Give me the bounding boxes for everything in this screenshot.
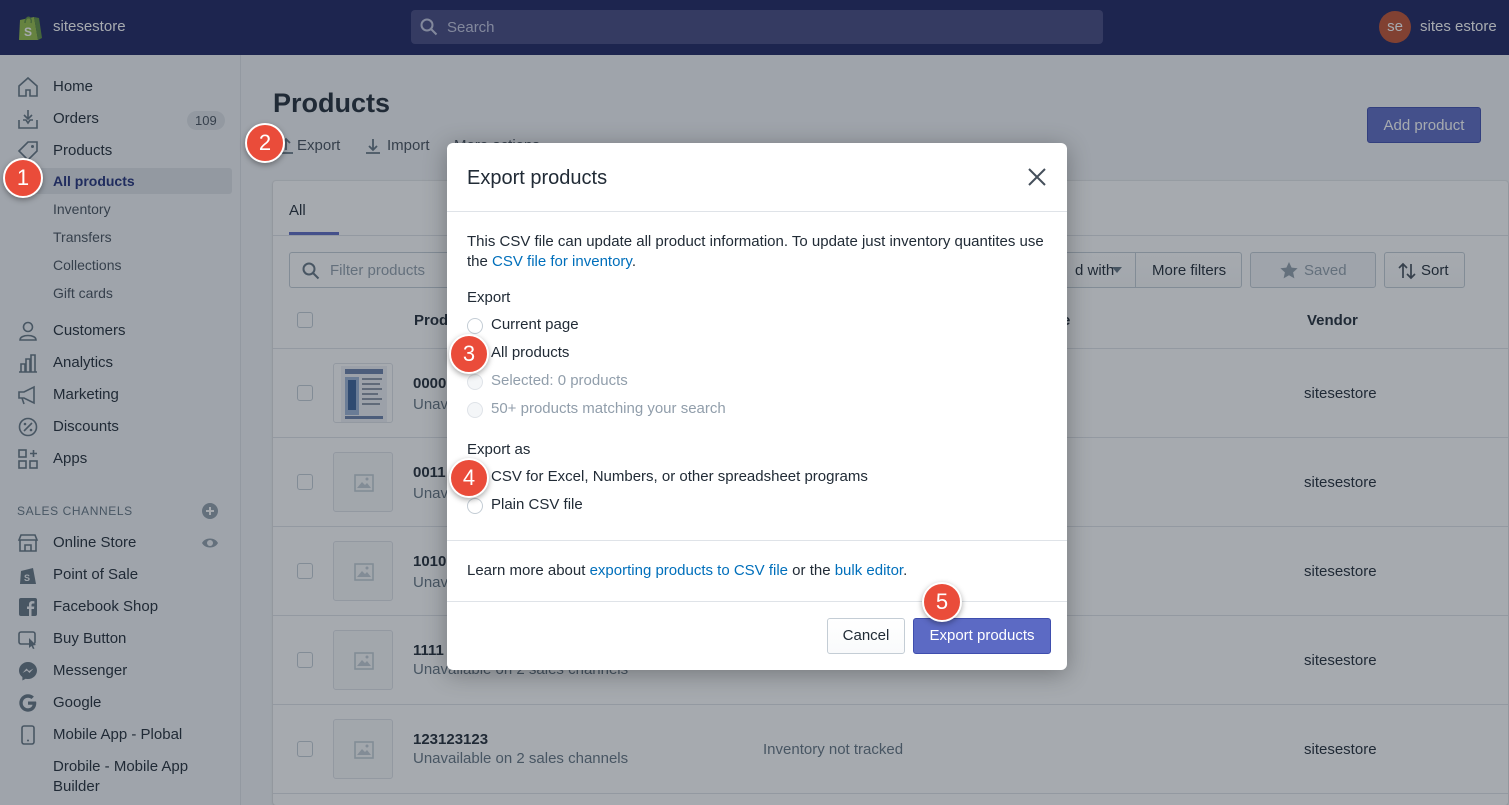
bulk-editor-link[interactable]: bulk editor: [835, 562, 903, 579]
divider: [447, 540, 1067, 541]
radio-label-current-page[interactable]: Current page: [491, 316, 579, 333]
intro-period: .: [631, 253, 636, 270]
learn-more-text: Learn more about exporting products to C…: [467, 561, 907, 581]
export-products-modal: Export products This CSV file can update…: [447, 143, 1067, 670]
divider: [447, 601, 1067, 602]
export-products-button[interactable]: Export products: [913, 618, 1051, 654]
modal-intro-line2: the CSV file for inventory.: [467, 252, 636, 272]
step-marker-3: 3: [449, 334, 489, 374]
radio-label-all-products[interactable]: All products: [491, 344, 569, 361]
step-marker-5: 5: [922, 582, 962, 622]
modal-title: Export products: [467, 167, 608, 189]
radio-label-selected-products: Selected: 0 products: [491, 372, 628, 389]
learn-more-end: .: [903, 562, 908, 579]
export-heading: Export: [467, 289, 511, 306]
exporting-products-link[interactable]: exporting products to CSV file: [590, 562, 788, 579]
step-marker-1: 1: [3, 158, 43, 198]
export-as-heading: Export as: [467, 441, 531, 458]
learn-more-mid: or the: [788, 562, 835, 579]
radio-plain-csv[interactable]: [467, 498, 483, 514]
divider: [447, 211, 1067, 212]
learn-more-prefix: Learn more about: [467, 562, 590, 579]
step-marker-4: 4: [449, 458, 489, 498]
radio-label-matching-search: 50+ products matching your search: [491, 400, 726, 417]
radio-matching-search[interactable]: [467, 402, 483, 418]
radio-current-page[interactable]: [467, 318, 483, 334]
radio-selected-products[interactable]: [467, 374, 483, 390]
radio-label-plain-csv[interactable]: Plain CSV file: [491, 496, 583, 513]
csv-inventory-link[interactable]: CSV file for inventory: [492, 253, 632, 270]
modal-intro-line1: This CSV file can update all product inf…: [467, 233, 1044, 250]
close-icon[interactable]: [1027, 167, 1047, 187]
radio-label-csv-excel[interactable]: CSV for Excel, Numbers, or other spreads…: [491, 468, 868, 485]
intro-text: the: [467, 253, 493, 270]
cancel-button[interactable]: Cancel: [827, 618, 905, 654]
step-marker-2: 2: [245, 123, 285, 163]
